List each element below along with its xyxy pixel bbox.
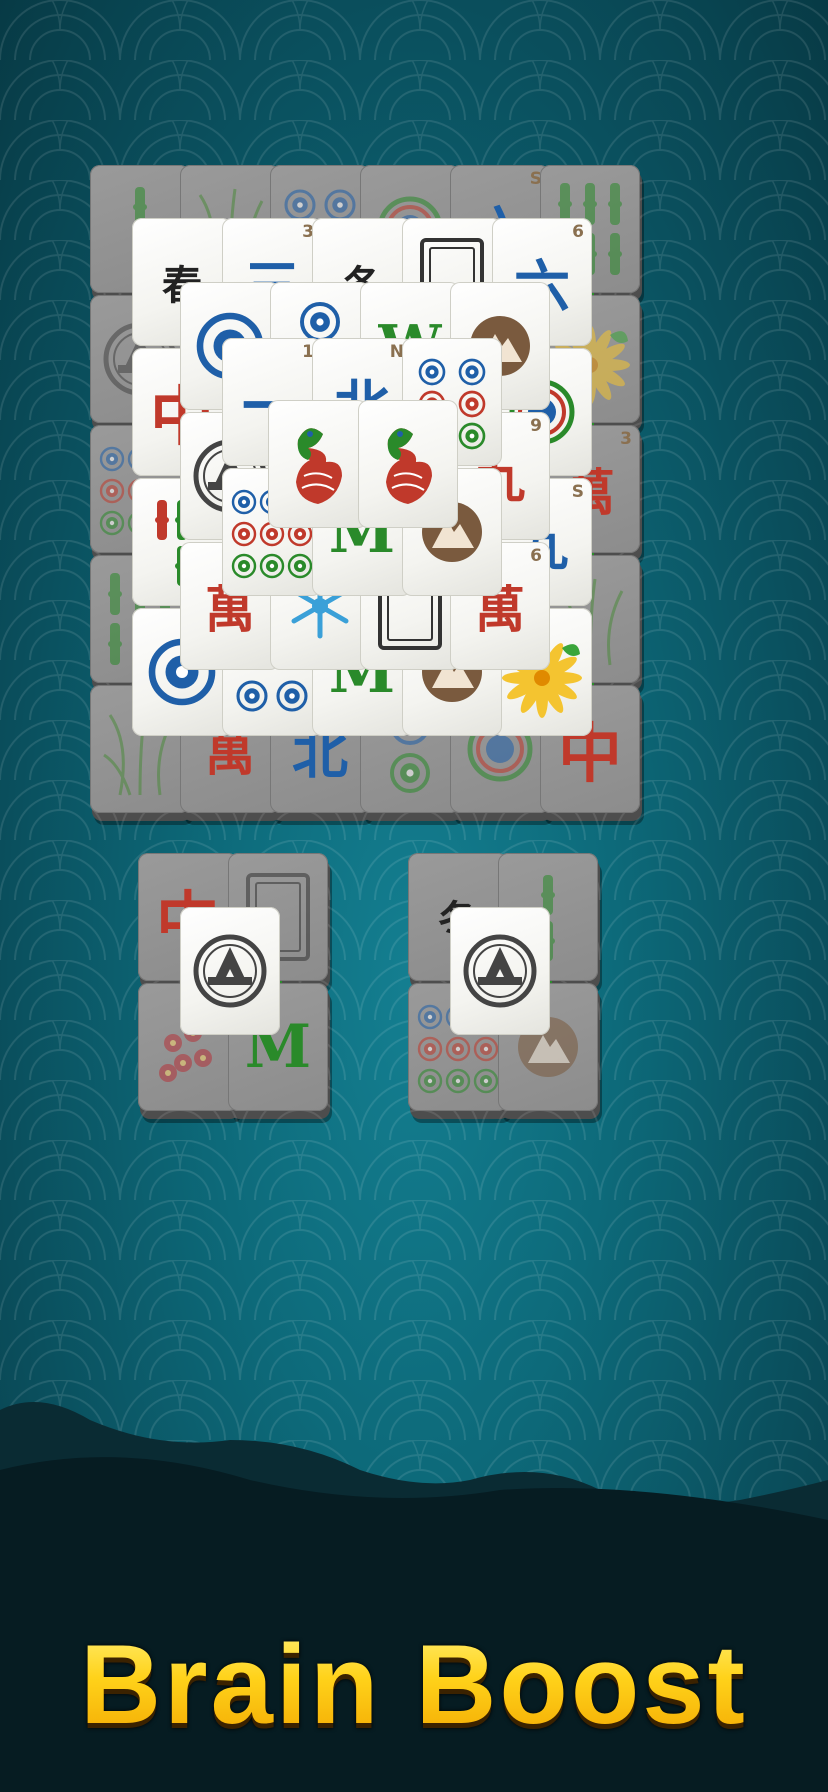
tile-corner-index: 3 <box>620 429 632 449</box>
brain-boost-title: Brain Boost <box>0 1620 828 1749</box>
tile-corner-index: 6 <box>530 546 542 566</box>
tile-corner-index: 6 <box>572 222 584 242</box>
emblem-tile[interactable] <box>450 907 554 1047</box>
tile-corner-index: 9 <box>530 416 542 436</box>
emblem-tile[interactable] <box>180 907 284 1047</box>
emblem-icon <box>463 934 537 1008</box>
bird-icon <box>386 428 432 504</box>
bird-tile[interactable] <box>358 400 462 540</box>
emblem-icon <box>193 934 267 1008</box>
tile-corner-index: S <box>571 482 584 502</box>
bird-tile[interactable] <box>268 400 372 540</box>
bird-icon <box>296 428 342 504</box>
